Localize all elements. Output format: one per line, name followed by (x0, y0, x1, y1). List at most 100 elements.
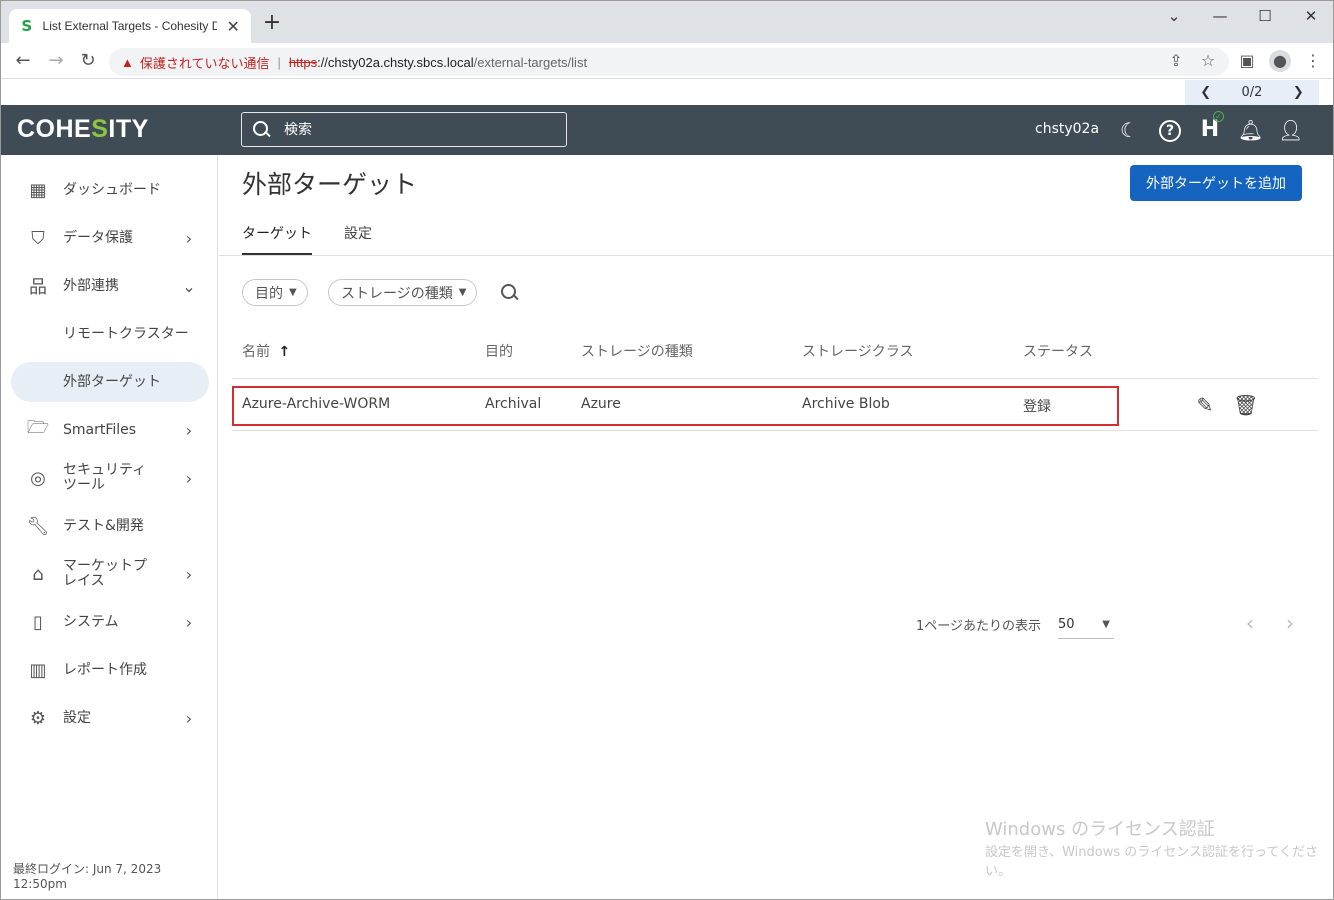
items-per-page-label: 1ページあたりの表示 (916, 619, 1042, 634)
find-next-icon[interactable]: ❯ (1293, 85, 1304, 100)
filter-search-icon[interactable] (500, 283, 520, 303)
add-external-target-button[interactable]: 外部ターゲットを追加 (1130, 165, 1302, 201)
chevron-right-icon: › (185, 468, 193, 488)
browser-tab[interactable]: S List External Targets - Cohesity D ✕ (9, 9, 251, 43)
table-header-divider (232, 378, 1318, 379)
sidebar-item-external-targets[interactable]: 外部ターゲット (11, 362, 209, 402)
tab-strip: S List External Targets - Cohesity D ✕ +… (1, 1, 1333, 43)
main-content: 外部ターゲット 外部ターゲットを追加 ターゲット 設定 目的 ▼ ストレージの種類… (219, 155, 1333, 899)
chevron-right-icon: › (185, 564, 193, 584)
chevron-down-icon: ⌄ (182, 276, 196, 296)
delete-trash-icon[interactable]: 🗑︎ (1233, 393, 1258, 417)
report-chart-icon: ▥ (29, 659, 47, 681)
sidebar-item-test-dev[interactable]: 🔧︎ テスト&開発 (11, 506, 209, 546)
global-search[interactable] (241, 112, 567, 147)
windows-watermark-title: Windows のライセンス認証 (985, 819, 1215, 840)
url-scheme: https (288, 54, 318, 70)
user-account-icon[interactable]: 👤︎ (1278, 118, 1303, 142)
warning-icon: ▲ (121, 54, 134, 70)
sidebar-item-system[interactable]: ▯ システム › (11, 602, 209, 642)
tab-bar: ターゲット 設定 (242, 221, 404, 255)
next-page-icon[interactable]: › (1280, 611, 1300, 635)
shield-icon: ⛉ (31, 227, 45, 249)
forward-icon[interactable]: → (46, 51, 66, 71)
bookmark-star-icon[interactable]: ☆ (1198, 52, 1218, 70)
help-icon[interactable]: ? (1159, 120, 1181, 142)
store-icon: ⌂ (32, 563, 44, 585)
find-prev-icon[interactable]: ❮ (1200, 85, 1211, 100)
back-icon[interactable]: ← (13, 51, 33, 71)
tab-settings[interactable]: 設定 (344, 221, 372, 255)
chevron-right-icon: › (185, 708, 193, 728)
sidebar-item-security-tools[interactable]: ◎ セキュリティツール › (11, 458, 209, 498)
find-box: ❮ 0/2 ❯ (1185, 80, 1319, 105)
sidebar-item-reports[interactable]: ▥ レポート作成 (11, 650, 209, 690)
cohesity-favicon-icon: S (21, 17, 33, 35)
reload-icon[interactable]: ↻ (78, 51, 98, 71)
maximize-icon[interactable]: ☐ (1250, 7, 1280, 25)
sidebar-item-dashboard[interactable]: ▦ ダッシュボード (11, 170, 209, 210)
close-tab-icon[interactable]: ✕ (225, 17, 241, 36)
url-host: ://chsty02a.chsty.sbcs.local (317, 54, 474, 70)
find-count: 0/2 (1241, 85, 1263, 100)
cluster-name[interactable]: chsty02a (1035, 121, 1099, 137)
minimize-icon[interactable]: — (1205, 7, 1235, 25)
previous-page-icon[interactable]: ‹ (1240, 611, 1260, 635)
chevron-right-icon: › (185, 228, 193, 248)
helios-status-icon: ✓ (1213, 111, 1224, 122)
search-input[interactable] (284, 121, 544, 138)
chevron-right-icon: › (185, 612, 193, 632)
close-window-icon[interactable]: ✕ (1296, 7, 1326, 25)
column-header-storage-type[interactable]: ストレージの種類 (581, 341, 693, 361)
new-tab-button[interactable]: + (261, 12, 283, 35)
folder-icon: 🗁︎ (26, 417, 50, 438)
sidebar-item-marketplace[interactable]: ⌂ マーケットプレイス › (11, 554, 209, 594)
caret-down-icon: ▼ (289, 287, 297, 298)
caret-down-icon: ▼ (458, 287, 467, 298)
column-header-storage-class[interactable]: ストレージクラス (802, 341, 913, 361)
tab-title: List External Targets - Cohesity D (42, 19, 218, 33)
row-highlight-box (232, 386, 1119, 426)
sidebar-item-smartfiles[interactable]: 🗁︎ SmartFiles › (11, 410, 209, 450)
sidebar-item-data-protection[interactable]: ⛉ データ保護 › (11, 218, 209, 258)
sidebar-item-external-integrations[interactable]: 品 外部連携 ⌄ (11, 266, 209, 306)
browser-menu-icon[interactable]: ⋮ (1303, 52, 1323, 70)
app-header: COHESITY chsty02a ☾ ? H 🔔︎ 👤︎ (1, 105, 1333, 155)
url-field[interactable]: ▲ 保護されていない通信 | https://chsty02a.chsty.sb… (109, 48, 1229, 76)
storage-type-filter[interactable]: ストレージの種類 ▼ (328, 279, 478, 306)
windows-watermark-text: 設定を開き、Windows のライセンス認証を行ってください。 (985, 845, 1318, 879)
items-per-page-select[interactable]: 50 ▼ (1058, 611, 1114, 639)
tab-targets[interactable]: ターゲット (242, 221, 312, 255)
system-icon: ▯ (33, 611, 43, 633)
sidepanel-icon[interactable]: ▣ (1237, 52, 1257, 70)
edit-pencil-icon[interactable]: ✎ (1193, 393, 1217, 417)
fingerprint-icon: ◎ (30, 467, 46, 489)
sidebar: ▦ ダッシュボード ⛉ データ保護 › 品 外部連携 ⌄ リモートクラスター 外… (1, 155, 218, 899)
sidebar-item-settings[interactable]: ⚙ 設定 › (11, 698, 209, 738)
url-separator: | (277, 54, 281, 70)
cohesity-logo[interactable]: COHESITY (17, 115, 149, 144)
gear-icon: ⚙ (29, 707, 47, 729)
search-icon (252, 120, 272, 140)
tabs-divider (219, 255, 1333, 256)
find-strip: ❮ 0/2 ❯ (1, 80, 1333, 105)
tab-search-icon[interactable]: ⌄ (1159, 7, 1189, 25)
column-header-status[interactable]: ステータス (1023, 341, 1093, 361)
network-icon: 品 (29, 277, 47, 298)
share-icon[interactable]: ⇪ (1166, 52, 1186, 70)
address-bar: ← → ↻ ▲ 保護されていない通信 | https://chsty02a.ch… (1, 43, 1333, 79)
profile-icon[interactable]: ● (1269, 50, 1291, 72)
dark-mode-icon[interactable]: ☾ (1117, 118, 1141, 142)
notification-bell-icon[interactable]: 🔔︎ (1238, 118, 1263, 142)
dashboard-icon: ▦ (29, 179, 47, 201)
chevron-right-icon: › (185, 420, 193, 440)
purpose-filter[interactable]: 目的 ▼ (242, 279, 308, 306)
caret-down-icon: ▼ (1102, 619, 1110, 630)
browser-window: S List External Targets - Cohesity D ✕ +… (0, 0, 1334, 900)
column-header-name[interactable]: 名前 ↑ (242, 341, 290, 361)
column-header-purpose[interactable]: 目的 (485, 341, 513, 361)
last-login: 最終ログイン: Jun 7, 2023 12:50pm (13, 862, 162, 891)
sidebar-item-remote-clusters[interactable]: リモートクラスター (11, 314, 209, 354)
wrench-icon: 🔧︎ (26, 515, 50, 537)
sort-arrow-up-icon: ↑ (278, 344, 291, 360)
